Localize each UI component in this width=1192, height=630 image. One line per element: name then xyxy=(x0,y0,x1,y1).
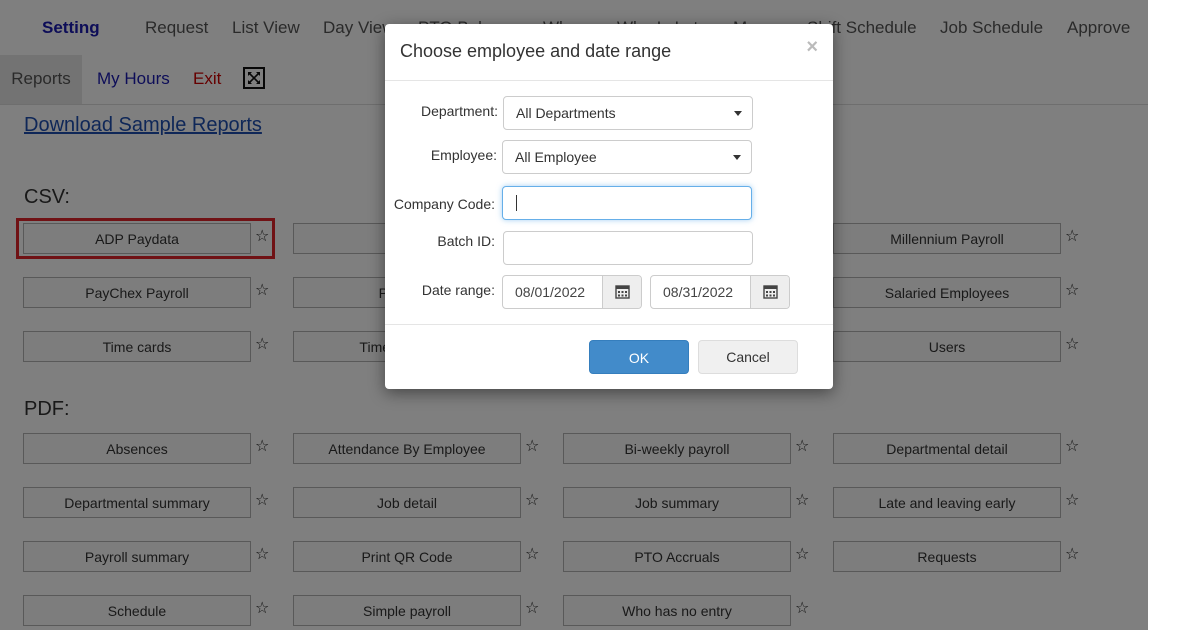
company-code-label: Company Code: xyxy=(393,196,495,212)
department-select[interactable]: All Departments xyxy=(503,96,753,130)
close-icon[interactable]: × xyxy=(806,36,818,59)
dialog-footer-divider xyxy=(385,324,833,325)
employee-label: Employee: xyxy=(430,147,497,163)
batch-id-input[interactable] xyxy=(503,231,753,265)
calendar-icon xyxy=(615,285,630,299)
chevron-down-icon xyxy=(733,155,741,160)
ok-button[interactable]: OK xyxy=(589,340,689,374)
text-cursor xyxy=(516,195,517,211)
department-label: Department: xyxy=(420,103,498,119)
cancel-button[interactable]: Cancel xyxy=(698,340,798,374)
calendar-icon xyxy=(763,285,778,299)
chevron-down-icon xyxy=(734,111,742,116)
batch-id-label: Batch ID: xyxy=(437,233,495,249)
dialog-header: Choose employee and date range × xyxy=(385,24,833,81)
date-range-label: Date range: xyxy=(421,282,495,298)
calendar-button[interactable] xyxy=(750,276,789,308)
date-to-input[interactable]: 08/31/2022 xyxy=(650,275,790,309)
date-from-input[interactable]: 08/01/2022 xyxy=(502,275,642,309)
dialog-title: Choose employee and date range xyxy=(400,41,672,61)
company-code-input[interactable] xyxy=(502,186,752,220)
calendar-button[interactable] xyxy=(602,276,641,308)
date-range-dialog: Choose employee and date range × Departm… xyxy=(385,24,833,389)
employee-select[interactable]: All Employee xyxy=(502,140,752,174)
